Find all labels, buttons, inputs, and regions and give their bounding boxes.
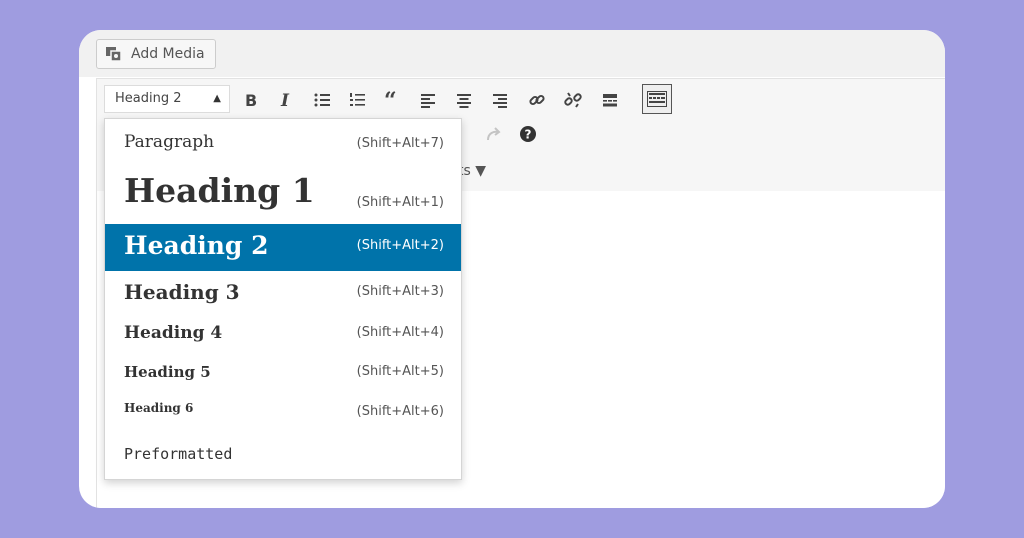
svg-text:I: I [280, 91, 290, 109]
add-media-icon [105, 45, 125, 63]
unlink-icon[interactable] [562, 89, 584, 111]
redo-icon[interactable] [482, 123, 504, 145]
help-icon[interactable]: ? [517, 123, 539, 145]
italic-icon[interactable]: I [275, 89, 297, 111]
format-select-value: Heading 2 [115, 91, 182, 106]
menu-item-heading-1[interactable]: Heading 1 (Shift+Alt+1) [105, 165, 461, 224]
menu-item-heading-3[interactable]: Heading 3 (Shift+Alt+3) [105, 271, 461, 315]
blockquote-icon[interactable]: “ [381, 89, 403, 111]
menu-item-label: Heading 5 [124, 363, 211, 381]
menu-item-shortcut: (Shift+Alt+4) [356, 325, 444, 340]
menu-item-heading-4[interactable]: Heading 4 (Shift+Alt+4) [105, 315, 461, 354]
menu-item-label: Heading 2 [124, 231, 269, 260]
menu-item-heading-6[interactable]: Heading 6 (Shift+Alt+6) [105, 393, 461, 433]
bold-icon[interactable]: B [240, 89, 262, 111]
add-media-button[interactable]: Add Media [96, 39, 216, 69]
align-right-icon[interactable] [489, 89, 511, 111]
menu-item-label: Heading 1 [124, 171, 315, 210]
toolbar-toggle-icon[interactable] [642, 84, 672, 114]
caret-up-icon: ▲ [213, 93, 221, 104]
media-bar: Add Media [79, 30, 945, 77]
menu-item-heading-5[interactable]: Heading 5 (Shift+Alt+5) [105, 354, 461, 393]
menu-item-shortcut: (Shift+Alt+1) [356, 195, 444, 210]
align-left-icon[interactable] [417, 89, 439, 111]
menu-item-shortcut: (Shift+Alt+3) [356, 284, 444, 299]
numbered-list-icon[interactable] [346, 89, 368, 111]
svg-text:?: ? [525, 128, 532, 142]
toolbar-partial-text[interactable]: ts ▼ [458, 163, 486, 179]
menu-item-heading-2[interactable]: Heading 2 (Shift+Alt+2) [105, 224, 461, 271]
menu-item-preformatted[interactable]: Preformatted [105, 433, 461, 479]
menu-item-shortcut: (Shift+Alt+5) [356, 364, 444, 379]
svg-text:“: “ [384, 91, 397, 109]
editor-card: Add Media Heading 2 ▲ B I “ ? ts ▼ Parag… [79, 30, 945, 508]
svg-text:B: B [245, 91, 257, 109]
menu-item-label: Heading 4 [124, 323, 223, 343]
menu-item-label: Paragraph [124, 132, 215, 152]
menu-item-shortcut: (Shift+Alt+6) [356, 404, 444, 419]
menu-item-shortcut: (Shift+Alt+2) [356, 238, 444, 253]
link-icon[interactable] [526, 89, 548, 111]
menu-item-paragraph[interactable]: Paragraph (Shift+Alt+7) [105, 119, 461, 165]
menu-item-shortcut: (Shift+Alt+7) [356, 136, 444, 151]
bulleted-list-icon[interactable] [311, 89, 333, 111]
menu-item-label: Heading 6 [124, 401, 194, 415]
align-center-icon[interactable] [453, 89, 475, 111]
format-select[interactable]: Heading 2 ▲ [104, 85, 230, 113]
format-dropdown-menu: Paragraph (Shift+Alt+7) Heading 1 (Shift… [104, 118, 462, 480]
read-more-icon[interactable] [599, 89, 621, 111]
menu-item-label: Preformatted [124, 445, 233, 463]
add-media-label: Add Media [131, 46, 205, 62]
menu-item-label: Heading 3 [124, 280, 240, 304]
